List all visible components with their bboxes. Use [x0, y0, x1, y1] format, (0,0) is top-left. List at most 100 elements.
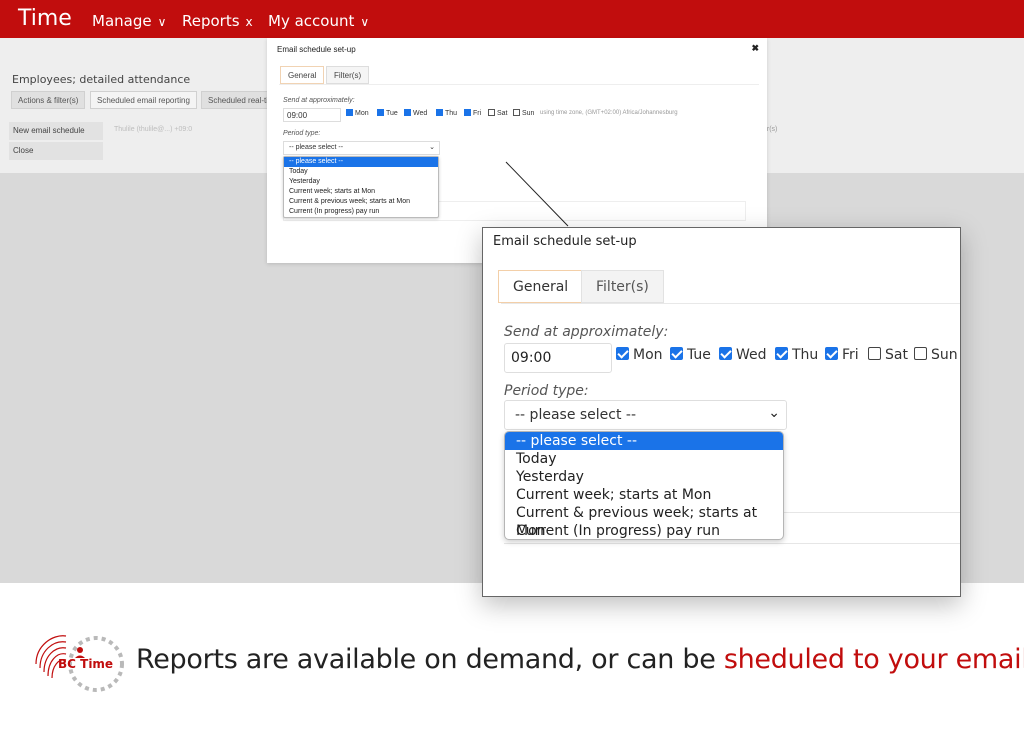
tab-filters[interactable]: Filter(s)	[326, 66, 370, 84]
checkbox-icon	[346, 109, 353, 116]
checkbox-icon	[719, 347, 732, 360]
period-type-select[interactable]: -- please select -- ⌄	[283, 141, 440, 155]
footer-tagline: Reports are available on demand, or can …	[136, 644, 1024, 675]
app-brand[interactable]: Time	[18, 6, 72, 31]
day-label: Mon	[633, 347, 663, 363]
page-title: Employees; detailed attendance	[12, 73, 191, 86]
day-label: Sun	[522, 110, 535, 117]
tab-divider	[279, 84, 759, 85]
tab-scheduled-realtime[interactable]: Scheduled real-ti	[201, 91, 276, 109]
checkbox-icon	[775, 347, 788, 360]
nav-manage-label: Manage	[92, 12, 152, 30]
select-value: -- please select --	[515, 407, 637, 423]
period-dropdown-list: -- please select -- Today Yesterday Curr…	[504, 431, 784, 540]
day-label: Mon	[355, 110, 369, 117]
day-label: Tue	[386, 110, 398, 117]
dropdown-option[interactable]: Current & previous week; starts at Mon	[505, 504, 783, 539]
dropdown-option[interactable]: Current (In progress) pay run	[284, 207, 438, 217]
day-checkbox-wed[interactable]: Wed	[404, 109, 427, 117]
close-button[interactable]: Close	[9, 142, 103, 160]
day-checkbox-sat[interactable]: Sat	[488, 109, 508, 117]
checkbox-icon	[825, 347, 838, 360]
chevron-down-icon: ∨	[360, 15, 370, 29]
close-icon[interactable]: x	[246, 15, 253, 29]
day-checkbox-wed[interactable]: Wed	[719, 347, 767, 363]
day-checkbox-tue[interactable]: Tue	[670, 347, 711, 363]
day-checkbox-sun[interactable]: Sun	[914, 347, 958, 363]
dropdown-option[interactable]: Current week; starts at Mon	[505, 486, 783, 504]
day-label: Sat	[497, 110, 508, 117]
checkbox-icon	[377, 109, 384, 116]
dropdown-option[interactable]: Current week; starts at Mon	[284, 187, 438, 197]
day-label: Thu	[445, 110, 458, 117]
day-checkbox-thu[interactable]: Thu	[775, 347, 818, 363]
timezone-text: using time zone, (GMT+02:00) Africa/Joha…	[540, 110, 678, 116]
modal-title: Email schedule set-up	[277, 45, 356, 54]
day-checkbox-fri[interactable]: Fri	[464, 109, 481, 117]
checkbox-icon	[436, 109, 443, 116]
send-at-label: Send at approximately:	[283, 97, 355, 104]
modal-title: Email schedule set-up	[493, 234, 637, 249]
tagline-accent: sheduled to your email	[723, 644, 1024, 675]
tab-scheduled-email[interactable]: Scheduled email reporting	[90, 91, 197, 109]
dropdown-option[interactable]: Yesterday	[505, 468, 783, 486]
checkbox-icon	[868, 347, 881, 360]
close-icon[interactable]: ✖	[751, 43, 759, 54]
send-time-input[interactable]: 09:00	[283, 108, 341, 122]
checkbox-icon	[488, 109, 495, 116]
day-label: Fri	[473, 110, 482, 117]
chevron-down-icon: ∨	[157, 15, 167, 29]
bc-time-logo: BC Time	[35, 635, 124, 692]
nav-manage[interactable]: Manage ∨	[92, 12, 166, 30]
checkbox-icon	[914, 347, 927, 360]
day-checkbox-tue[interactable]: Tue	[377, 109, 398, 117]
new-email-schedule-button[interactable]: New email schedule	[9, 122, 103, 140]
day-checkbox-sat[interactable]: Sat	[868, 347, 908, 363]
tab-general[interactable]: General	[280, 66, 325, 84]
period-type-select[interactable]: -- please select -- ⌄	[504, 400, 787, 430]
dropdown-option[interactable]: -- please select --	[284, 157, 438, 167]
checkbox-icon	[464, 109, 471, 116]
day-checkbox-fri[interactable]: Fri	[825, 347, 859, 363]
tab-divider	[501, 303, 960, 304]
tagline-text: Reports are available on demand, or can …	[136, 644, 724, 675]
logo-wordmark: BC Time	[58, 657, 113, 671]
dropdown-option[interactable]: Yesterday	[284, 177, 438, 187]
chevron-down-icon: ⌄	[768, 405, 780, 421]
dropdown-option[interactable]: Current (In progress) pay run	[505, 522, 783, 539]
day-label: Sat	[885, 347, 908, 363]
dropdown-option[interactable]: Current & previous week; starts at Mon	[284, 197, 438, 207]
day-checkbox-mon[interactable]: Mon	[346, 109, 369, 117]
day-label: Sun	[931, 347, 958, 363]
checkbox-icon	[616, 347, 629, 360]
dropdown-option[interactable]: Today	[505, 450, 783, 468]
checkbox-icon	[670, 347, 683, 360]
schedule-row-text: Thulile (thulile@...) +09:0	[114, 126, 193, 133]
day-checkbox-mon[interactable]: Mon	[616, 347, 663, 363]
tab-general[interactable]: General	[498, 270, 584, 303]
dropdown-option[interactable]: Today	[284, 167, 438, 177]
nav-reports[interactable]: Reports x	[182, 12, 253, 30]
nav-my-account-label: My account	[268, 12, 355, 30]
nav-reports-label: Reports	[182, 12, 240, 30]
day-checkbox-sun[interactable]: Sun	[513, 109, 534, 117]
checkbox-icon	[404, 109, 411, 116]
tab-filters[interactable]: Filter(s)	[581, 270, 664, 303]
day-checkbox-thu[interactable]: Thu	[436, 109, 457, 117]
day-label: Fri	[842, 347, 859, 363]
period-dropdown-list: -- please select -- Today Yesterday Curr…	[283, 156, 439, 218]
email-schedule-modal-zoomed: Email schedule set-up General Filter(s) …	[482, 227, 961, 597]
top-nav-bar: Time Manage ∨ Reports x My account ∨	[0, 0, 1024, 38]
period-type-label: Period type:	[504, 383, 589, 399]
day-label: Wed	[736, 347, 767, 363]
day-label: Thu	[792, 347, 819, 363]
nav-my-account[interactable]: My account ∨	[268, 12, 369, 30]
send-at-label: Send at approximately:	[504, 324, 669, 340]
tab-actions-filters[interactable]: Actions & filter(s)	[11, 91, 86, 109]
send-time-input[interactable]: 09:00	[504, 343, 612, 373]
day-label: Wed	[413, 110, 428, 117]
day-label: Tue	[687, 347, 711, 363]
select-value: -- please select --	[289, 144, 344, 151]
chevron-down-icon: ⌄	[429, 144, 435, 151]
dropdown-option[interactable]: -- please select --	[505, 432, 783, 450]
